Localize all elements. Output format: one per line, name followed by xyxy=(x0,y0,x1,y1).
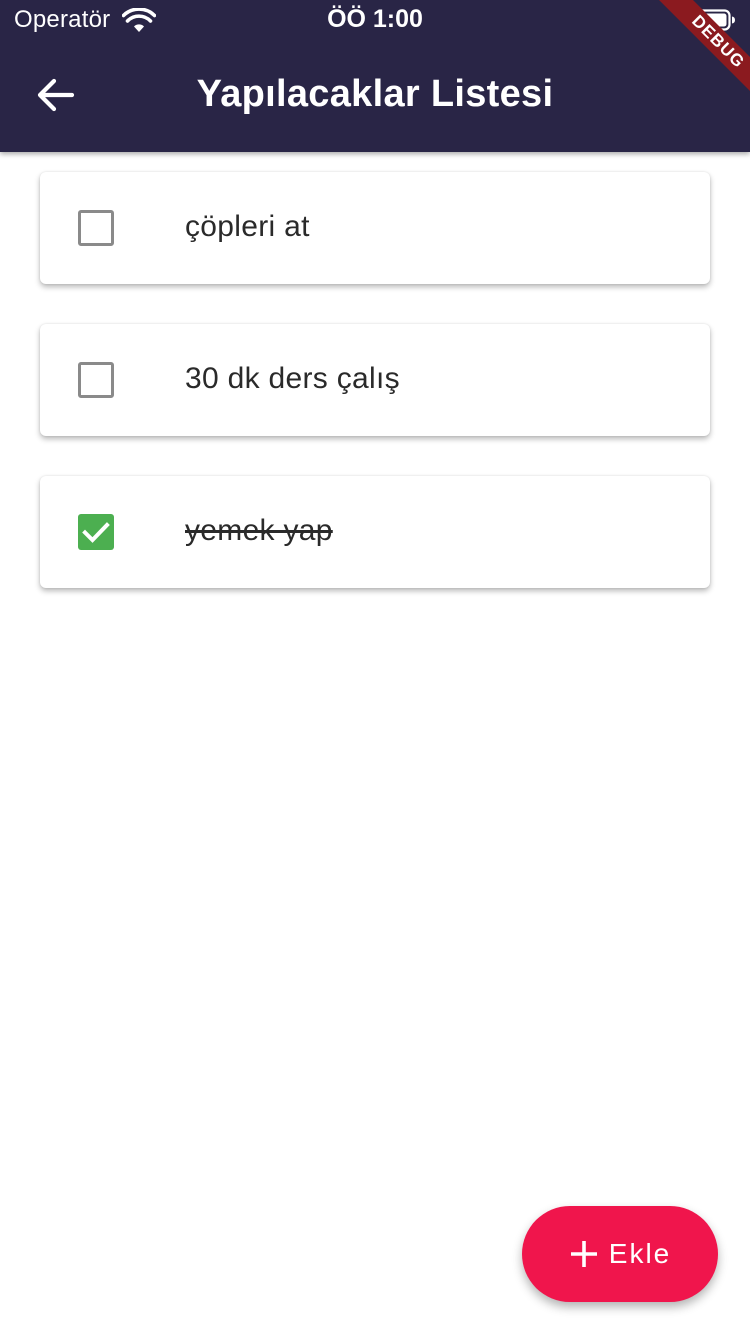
todo-list: çöpleri at 30 dk ders çalış yemek yap xyxy=(40,172,710,628)
todo-checkbox[interactable] xyxy=(78,362,114,398)
todo-card: 30 dk ders çalış xyxy=(40,324,710,436)
todo-card: yemek yap xyxy=(40,476,710,588)
status-bar: Operatör ÖÖ 1:00 xyxy=(0,0,750,40)
status-time: ÖÖ 1:00 xyxy=(327,5,423,33)
checkmark-icon xyxy=(82,522,110,543)
todo-text: yemek yap xyxy=(185,514,333,547)
todo-text: çöpleri at xyxy=(185,210,310,243)
page-title: Yapılacaklar Listesi xyxy=(196,73,554,115)
add-button[interactable]: Ekle xyxy=(522,1206,718,1302)
plus-icon xyxy=(569,1239,599,1269)
todo-checkbox[interactable] xyxy=(78,210,114,246)
add-button-label: Ekle xyxy=(608,1238,672,1269)
app-bar: Operatör ÖÖ 1:00 Yapılacaklar Listesi DE… xyxy=(0,0,750,152)
todo-card: çöpleri at xyxy=(40,172,710,284)
todo-checkbox[interactable] xyxy=(78,514,114,550)
todo-text: 30 dk ders çalış xyxy=(185,362,400,395)
